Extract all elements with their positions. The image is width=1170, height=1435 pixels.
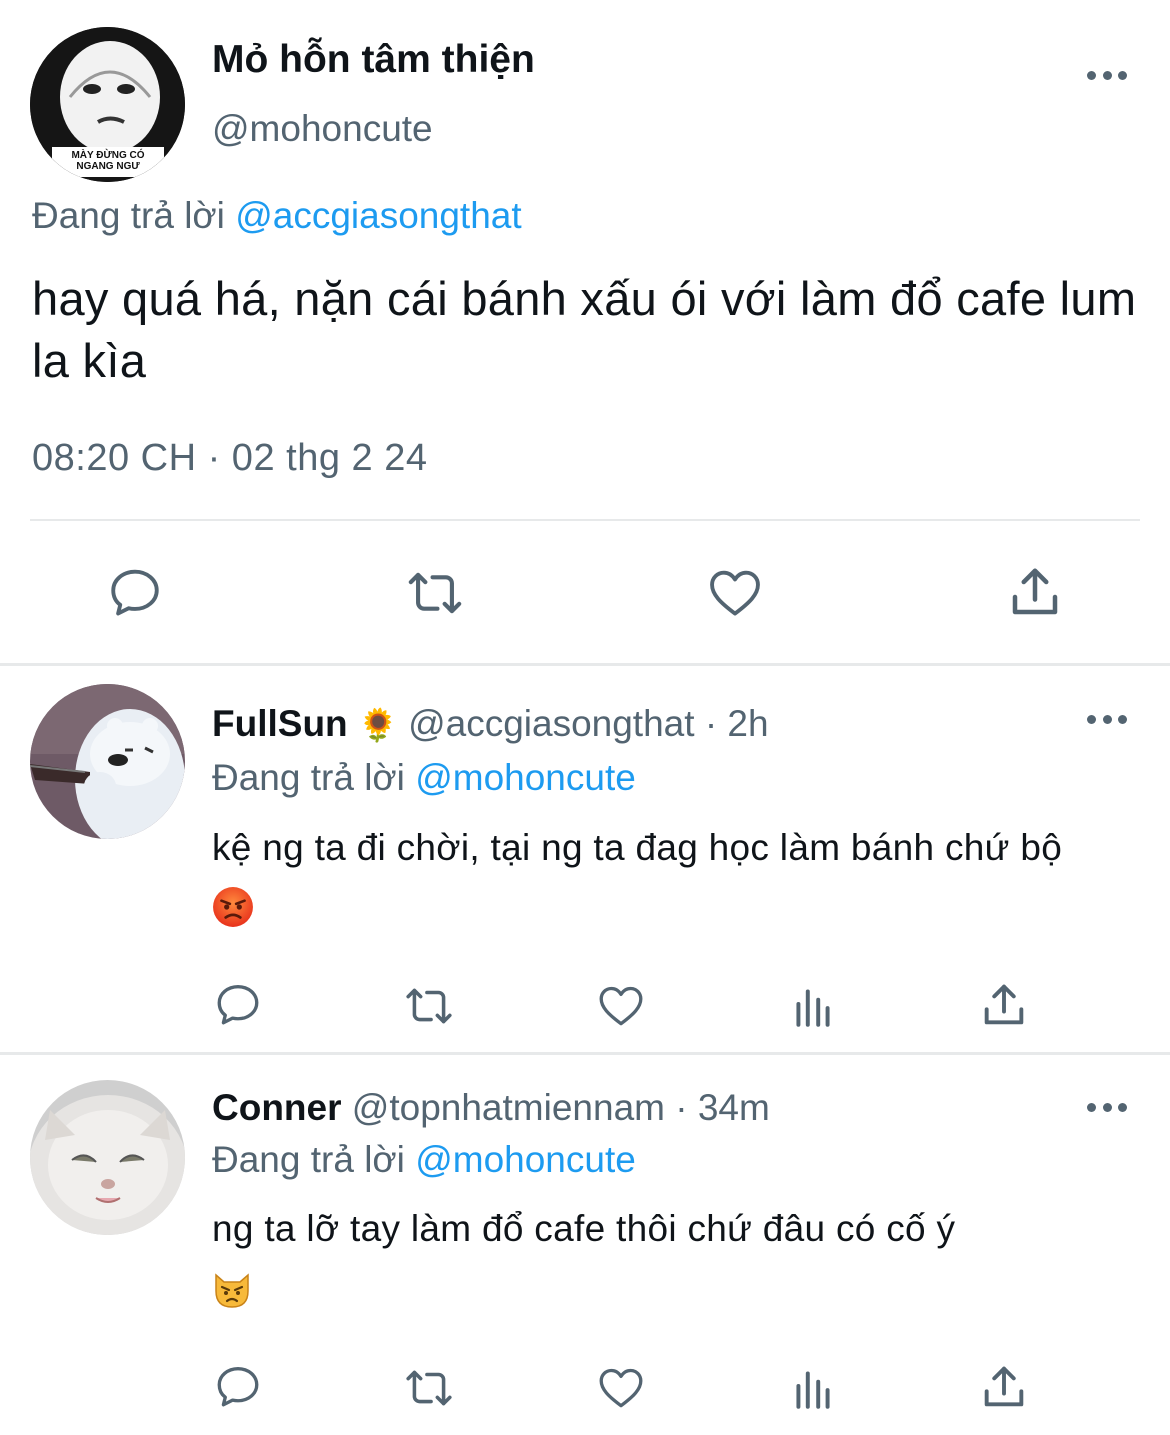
timestamp[interactable]: · 34m bbox=[675, 1087, 770, 1128]
reply-text-content: kệ ng ta đi chời, tại ng ta đag học làm … bbox=[212, 827, 1063, 868]
replying-to: Đang trả lời @accgiasongthat bbox=[32, 195, 522, 237]
more-options-icon[interactable] bbox=[1087, 69, 1127, 81]
reply-text-content: ng ta lỡ tay làm đổ cafe thôi chứ đâu có… bbox=[212, 1208, 956, 1249]
replying-to: Đang trả lời @mohoncute bbox=[212, 1139, 636, 1181]
timestamp[interactable]: · 2h bbox=[705, 703, 769, 744]
reply-icon bbox=[217, 1367, 259, 1407]
pouting-cat-icon bbox=[212, 1264, 252, 1330]
avatar-caption: MÀY ĐỪNG CÓ NGANG NGƯ bbox=[71, 150, 145, 172]
share-button[interactable] bbox=[976, 978, 1032, 1032]
replying-to: Đang trả lời @mohoncute bbox=[212, 757, 636, 799]
retweet-icon bbox=[406, 988, 452, 1024]
share-icon bbox=[984, 1366, 1024, 1407]
handle[interactable]: @mohoncute bbox=[212, 108, 433, 150]
reply-text: kệ ng ta đi chời, tại ng ta đag học làm … bbox=[212, 815, 1112, 949]
like-button[interactable] bbox=[702, 562, 768, 624]
timestamp[interactable]: 08:20 CH · 02 thg 2 24 bbox=[32, 437, 427, 480]
share-button[interactable] bbox=[976, 1360, 1032, 1414]
like-button[interactable] bbox=[592, 980, 650, 1032]
share-button[interactable] bbox=[1002, 560, 1068, 624]
name-emoji: 🌻 bbox=[357, 707, 398, 743]
handle[interactable]: @topnhatmiennam bbox=[352, 1087, 665, 1128]
retweet-button[interactable] bbox=[398, 562, 472, 624]
analytics-button[interactable] bbox=[786, 1362, 840, 1414]
replying-prefix: Đang trả lời bbox=[212, 757, 405, 798]
replying-prefix: Đang trả lời bbox=[32, 195, 225, 236]
reply-button[interactable] bbox=[208, 978, 268, 1032]
reply-button[interactable] bbox=[208, 1360, 268, 1414]
retweet-button[interactable] bbox=[398, 980, 460, 1032]
handle[interactable]: @accgiasongthat bbox=[408, 703, 694, 744]
analytics-icon bbox=[796, 1371, 830, 1409]
avatar-bear-knife bbox=[30, 684, 185, 839]
display-name[interactable]: Conner bbox=[212, 1087, 342, 1128]
reply-header: FullSun 🌻 @accgiasongthat · 2h bbox=[212, 703, 769, 745]
avatar[interactable] bbox=[30, 684, 185, 839]
reply-text: ng ta lỡ tay làm đổ cafe thôi chứ đâu có… bbox=[212, 1196, 1112, 1330]
mention-link[interactable]: @accgiasongthat bbox=[235, 195, 521, 236]
reply-icon bbox=[217, 985, 259, 1025]
share-icon bbox=[984, 984, 1024, 1025]
display-name[interactable]: Mỏ hỗn tâm thiện bbox=[212, 38, 535, 82]
replying-prefix: Đang trả lời bbox=[212, 1139, 405, 1180]
reply-button[interactable] bbox=[100, 560, 170, 626]
tweet-text: hay quá há, nặn cái bánh xấu ói với làm … bbox=[32, 272, 1137, 387]
display-name[interactable]: FullSun bbox=[212, 703, 348, 744]
like-icon bbox=[599, 1368, 643, 1408]
divider bbox=[0, 1052, 1170, 1055]
reply-icon bbox=[111, 569, 159, 616]
divider bbox=[30, 519, 1140, 521]
angry-face-icon bbox=[212, 883, 254, 949]
more-options-icon[interactable] bbox=[1087, 713, 1127, 725]
retweet-icon bbox=[406, 1370, 452, 1406]
share-icon bbox=[1012, 568, 1058, 615]
mention-link[interactable]: @mohoncute bbox=[415, 1139, 636, 1180]
retweet-button[interactable] bbox=[398, 1362, 460, 1414]
analytics-button[interactable] bbox=[786, 980, 840, 1032]
like-button[interactable] bbox=[592, 1362, 650, 1414]
more-options-icon[interactable] bbox=[1087, 1101, 1127, 1113]
avatar[interactable]: MÀY ĐỪNG CÓ NGANG NGƯ bbox=[30, 27, 185, 182]
like-icon bbox=[710, 570, 760, 616]
like-icon bbox=[599, 986, 643, 1026]
divider bbox=[0, 663, 1170, 666]
reply-header: Conner @topnhatmiennam · 34m bbox=[212, 1087, 770, 1129]
retweet-icon bbox=[408, 572, 462, 614]
mention-link[interactable]: @mohoncute bbox=[415, 757, 636, 798]
avatar[interactable] bbox=[30, 1080, 185, 1235]
avatar-cat bbox=[30, 1080, 185, 1235]
analytics-icon bbox=[796, 989, 830, 1027]
